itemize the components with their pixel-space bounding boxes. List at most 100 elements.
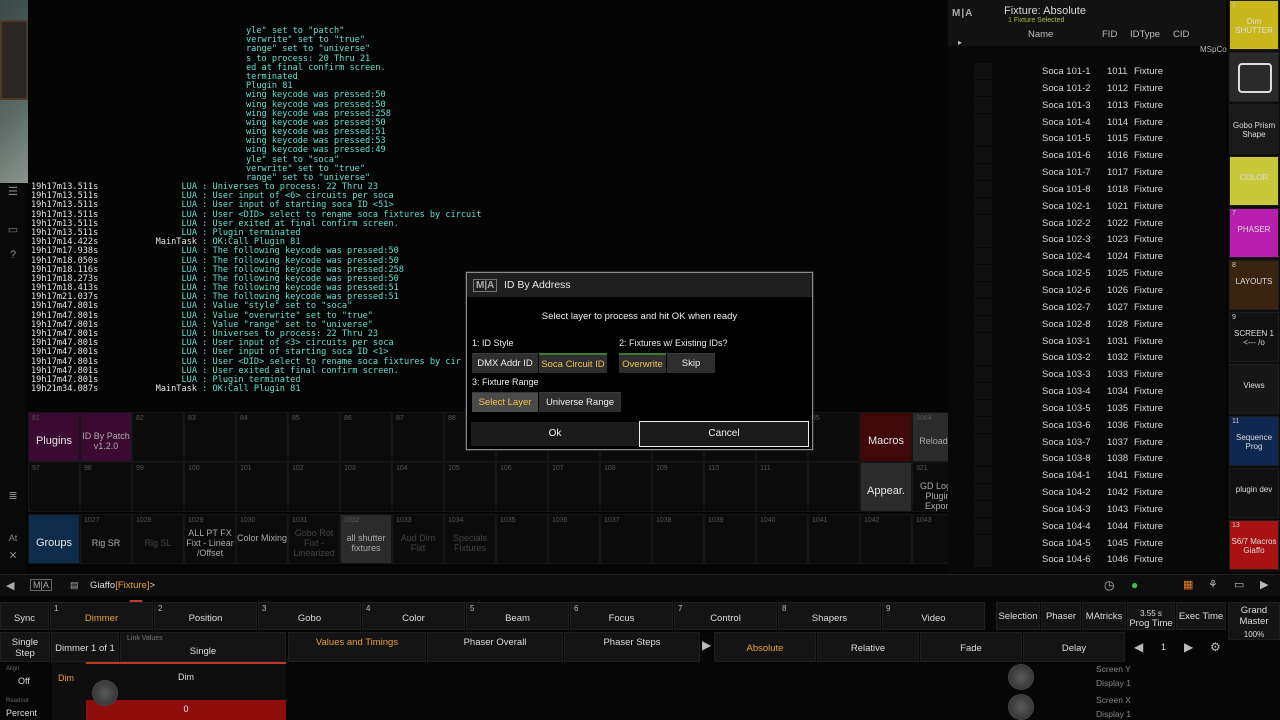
- phaser-button[interactable]: Phaser: [1041, 602, 1081, 630]
- table-row[interactable]: Soca 103-1 1031 Fixture: [948, 332, 1226, 350]
- pool-item[interactable]: 87: [392, 412, 444, 462]
- pool-item[interactable]: ID By Patch v1.2.0: [80, 412, 132, 462]
- pool-item[interactable]: 104: [392, 462, 444, 512]
- group-pool-item[interactable]: 1040: [756, 514, 808, 564]
- group-pool-item[interactable]: 1029 ALL PT FX Fixt - Linear /Offset: [184, 514, 236, 564]
- table-row[interactable]: Soca 101-1 1011 Fixture: [948, 63, 1226, 80]
- preset-control-button[interactable]: 7 Control: [674, 602, 777, 630]
- cancel-button[interactable]: Cancel: [639, 421, 809, 447]
- view-button[interactable]: 7 PHASER: [1229, 208, 1279, 258]
- pool-item[interactable]: 82: [132, 412, 184, 462]
- page-next-icon[interactable]: ▶: [1184, 640, 1193, 654]
- page-prev-icon[interactable]: ◀: [1134, 640, 1143, 654]
- pool-item[interactable]: 105: [444, 462, 496, 512]
- universe-range-button[interactable]: Universe Range: [539, 392, 621, 412]
- col-name[interactable]: Name: [1028, 29, 1053, 40]
- table-row[interactable]: Soca 102-7 1027 Fixture: [948, 298, 1226, 316]
- table-row[interactable]: Soca 101-2 1012 Fixture: [948, 79, 1226, 97]
- single-step-button[interactable]: Single Step: [0, 632, 50, 662]
- window-icon[interactable]: ▭: [1234, 578, 1244, 591]
- dimmer-count-button[interactable]: Dimmer 1 of 1: [51, 632, 119, 662]
- pool-item[interactable]: 101: [236, 462, 288, 512]
- align-value[interactable]: Off: [18, 676, 30, 686]
- preset-video-button[interactable]: 9 Video: [882, 602, 985, 630]
- list-icon[interactable]: ☰: [6, 185, 20, 198]
- group-pool-item[interactable]: 1042: [860, 514, 912, 564]
- table-row[interactable]: Soca 103-3 1033 Fixture: [948, 366, 1226, 383]
- table-row[interactable]: Soca 102-2 1022 Fixture: [948, 214, 1226, 232]
- view-button[interactable]: COLOR: [1229, 156, 1279, 206]
- preset-color-button[interactable]: 4 Color: [362, 602, 465, 630]
- prog-time-button[interactable]: 3.55 s Prog Time: [1127, 602, 1175, 630]
- pool-item[interactable]: 84: [236, 412, 288, 462]
- pool-item[interactable]: [808, 462, 860, 512]
- pool-item[interactable]: 98: [80, 462, 132, 512]
- dmx-addr-id-button[interactable]: DMX Addr ID: [472, 353, 538, 373]
- matricks-button[interactable]: MAtricks: [1082, 602, 1126, 630]
- preset-dimmer-button[interactable]: 1 Dimmer: [50, 602, 153, 630]
- pool-item[interactable]: 110: [704, 462, 756, 512]
- group-pool-item[interactable]: 1036: [548, 514, 600, 564]
- selection-button[interactable]: Selection: [996, 602, 1040, 630]
- pool-item[interactable]: Macros: [860, 412, 912, 462]
- table-row[interactable]: Soca 102-8 1028 Fixture: [948, 315, 1226, 333]
- col-cid[interactable]: CID: [1173, 29, 1189, 40]
- expand-icon[interactable]: ▸: [958, 38, 962, 47]
- table-row[interactable]: Soca 102-5 1025 Fixture: [948, 265, 1226, 282]
- preset-beam-button[interactable]: 5 Beam: [466, 602, 569, 630]
- preset-sync-button[interactable]: Sync: [0, 602, 49, 630]
- pool-item[interactable]: 95: [808, 412, 860, 462]
- pool-item[interactable]: 83: [184, 412, 236, 462]
- command-input[interactable]: Giaffo[Fixture]>: [90, 580, 155, 591]
- pool-item[interactable]: 106: [496, 462, 548, 512]
- dim-encoder[interactable]: Dim 0: [86, 662, 286, 720]
- arrow-right-icon[interactable]: ▶: [1260, 578, 1268, 591]
- table-row[interactable]: Soca 103-4 1034 Fixture: [948, 383, 1226, 400]
- phaser-overall-button[interactable]: Phaser Overall: [427, 632, 563, 662]
- view-button[interactable]: 11 Sequence Prog: [1229, 416, 1279, 466]
- pool-item[interactable]: 86: [340, 412, 392, 462]
- close-icon[interactable]: ✕: [6, 549, 20, 562]
- pool-item[interactable]: 103: [340, 462, 392, 512]
- pool-item[interactable]: 109: [652, 462, 704, 512]
- readout-value[interactable]: Percent: [6, 708, 37, 718]
- col-fid[interactable]: FID: [1102, 29, 1117, 40]
- preset-shapers-button[interactable]: 8 Shapers: [778, 602, 881, 630]
- group-pool-item[interactable]: 1027 Rig SR: [80, 514, 132, 564]
- pool-item[interactable]: 85: [288, 412, 340, 462]
- group-pool-item[interactable]: Groups: [28, 514, 80, 564]
- exec-time-button[interactable]: Exec Time: [1176, 602, 1226, 630]
- view-button[interactable]: 13 S6/7 Macros Giaffo: [1229, 520, 1279, 570]
- pool-item[interactable]: 81 Plugins: [28, 412, 80, 462]
- ok-button[interactable]: Ok: [471, 422, 639, 446]
- relative-button[interactable]: Relative: [817, 632, 919, 662]
- table-row[interactable]: Soca 103-6 1036 Fixture: [948, 416, 1226, 434]
- table-row[interactable]: Soca 101-8 1018 Fixture: [948, 180, 1226, 198]
- select-layer-button[interactable]: Select Layer: [472, 392, 538, 412]
- group-pool-item[interactable]: 1031 Gobo Rot Fixt - Linearized: [288, 514, 340, 564]
- view-button[interactable]: 8 LAYOUTS: [1229, 260, 1279, 310]
- group-pool-item[interactable]: 1039: [704, 514, 756, 564]
- monitor-icon[interactable]: ▭: [6, 223, 20, 236]
- group-pool-item[interactable]: 1028 Rig SL: [132, 514, 184, 564]
- table-row[interactable]: Soca 102-3 1023 Fixture: [948, 231, 1226, 248]
- link-values-button[interactable]: Link Values Single: [120, 632, 286, 662]
- tree-icon[interactable]: ⚘: [1208, 578, 1218, 591]
- overwrite-button[interactable]: Overwrite: [619, 353, 666, 373]
- pool-item[interactable]: 100: [184, 462, 236, 512]
- group-pool-item[interactable]: 1032 all shutter fixtures: [340, 514, 392, 564]
- pool-item[interactable]: 107: [548, 462, 600, 512]
- table-row[interactable]: Soca 102-6 1026 Fixture: [948, 281, 1226, 299]
- dim-encoder-knob-icon[interactable]: [92, 680, 118, 706]
- network-icon[interactable]: ●: [1131, 578, 1138, 592]
- group-pool-item[interactable]: 1041: [808, 514, 860, 564]
- view-button[interactable]: plugin dev: [1229, 468, 1279, 518]
- preset-gobo-button[interactable]: 3 Gobo: [258, 602, 361, 630]
- absolute-button[interactable]: Absolute: [714, 632, 816, 662]
- values-timings-button[interactable]: Values and Timings: [288, 632, 426, 662]
- grand-master-button[interactable]: Grand Master 100%: [1228, 602, 1280, 640]
- view-button[interactable]: 1 Dim SHUTTER: [1229, 0, 1279, 50]
- at-icon[interactable]: At: [6, 533, 20, 545]
- table-row[interactable]: Soca 103-8 1038 Fixture: [948, 450, 1226, 467]
- view-button[interactable]: Views: [1229, 364, 1279, 414]
